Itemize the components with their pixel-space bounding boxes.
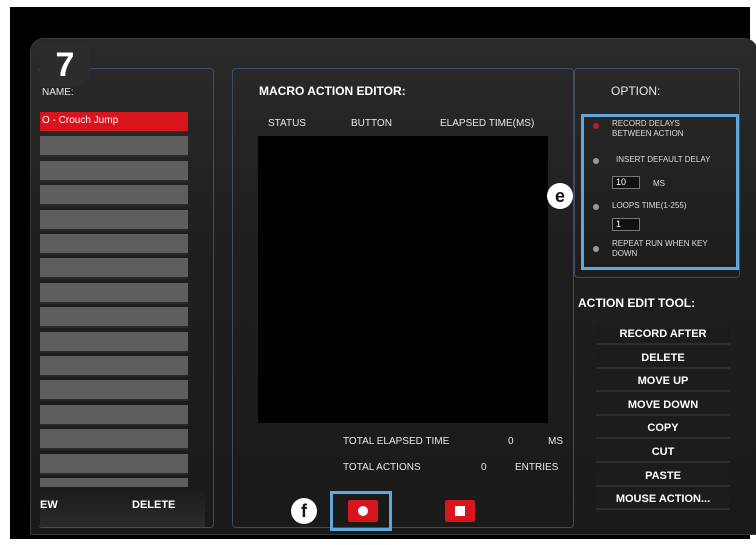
col-elapsed-time: ELAPSED TIME(MS) [440,118,535,129]
macro-list-item[interactable] [40,234,188,255]
tool-copy[interactable]: COPY [596,417,730,440]
macro-list-item[interactable] [40,307,188,329]
repeat-run-radio[interactable] [593,246,599,252]
macro-list-item[interactable] [40,185,188,207]
tool-mouse-action[interactable]: MOUSE ACTION... [596,488,730,511]
total-elapsed-label: TOTAL ELAPSED TIME [343,436,450,447]
tool-move-down[interactable]: MOVE DOWN [596,393,730,416]
stop-button[interactable] [445,500,475,522]
macro-list-item[interactable] [40,356,188,377]
action-edit-tool-title: ACTION EDIT TOOL: [578,296,696,310]
tool-move-up[interactable]: MOVE UP [596,370,730,393]
macro-list-item[interactable] [40,429,188,451]
loops-input[interactable]: 1 [612,218,640,231]
stop-icon [455,506,465,516]
macro-list-item[interactable] [40,380,188,402]
macro-list-item[interactable] [40,331,188,353]
tool-paste[interactable]: PASTE [596,464,730,487]
record-button[interactable] [348,500,378,522]
callout-e: e [547,183,573,209]
option-title: OPTION: [611,84,661,98]
tool-record-after[interactable]: RECORD AFTER [596,323,730,345]
repeat-run-label: REPEAT RUN WHEN KEY DOWN [612,239,708,258]
record-icon [358,506,368,516]
total-elapsed-unit: MS [548,436,563,447]
macro-list-item[interactable] [40,258,188,280]
callout-f: f [291,498,317,524]
macro-list-item[interactable] [40,160,188,182]
editor-title: MACRO ACTION EDITOR: [259,84,406,98]
insert-default-delay-radio[interactable] [593,158,599,164]
action-list[interactable] [258,136,548,423]
delay-input[interactable]: 10 [612,176,640,189]
total-actions-value: 0 [481,462,487,473]
macro-list-item[interactable] [40,209,188,231]
insert-default-delay-label: INSERT DEFAULT DELAY [616,155,711,164]
col-button: BUTTON [351,118,392,129]
macro-list-item[interactable] [40,136,188,158]
macro-list-item[interactable]: O - Crouch Jump [40,112,188,133]
macro-list-item[interactable] [40,404,188,426]
total-actions-unit: ENTRIES [515,462,559,473]
delete-macro-button[interactable]: DELETE [132,499,175,511]
new-button[interactable]: EW [40,499,58,511]
tool-delete[interactable]: DELETE [596,346,730,369]
name-header: NAME: [42,87,74,98]
macro-list-item[interactable] [40,282,188,304]
loops-time-label: LOOPS TIME(1-255) [612,201,687,210]
loops-time-radio[interactable] [593,204,599,210]
col-status: STATUS [268,118,306,129]
step-badge: 7 [40,44,90,86]
delay-unit: MS [653,179,665,188]
macro-list-item[interactable] [40,453,188,475]
total-elapsed-value: 0 [508,436,514,447]
record-delays-radio[interactable] [593,123,599,129]
total-actions-label: TOTAL ACTIONS [343,462,421,473]
record-delays-label: RECORD DELAYS BETWEEN ACTION [612,119,684,138]
macro-list-footer [40,487,205,527]
tool-cut[interactable]: CUT [596,441,730,463]
